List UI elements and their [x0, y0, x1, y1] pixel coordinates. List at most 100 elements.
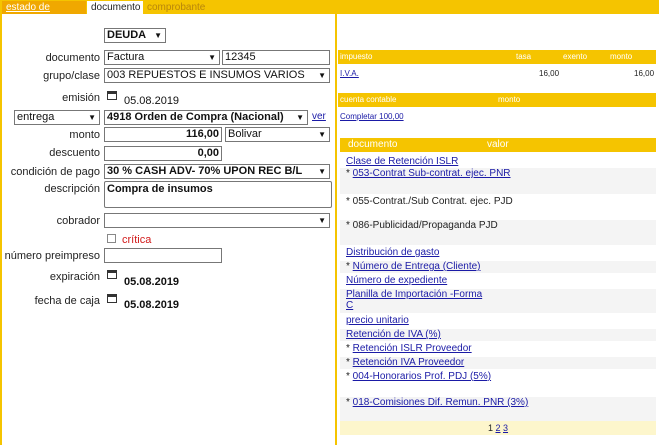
documento-item-text: 055-Contrat./Sub Contrat. ejec. PJD — [352, 196, 513, 207]
dropdown-arrow-icon: ▼ — [208, 53, 216, 62]
panel-divider — [335, 14, 337, 445]
documento-type-select[interactable]: Factura ▼ — [104, 50, 220, 65]
documento-list-item[interactable]: * 053-Contrat Sub-contrat. ejec. PNR — [340, 168, 656, 194]
col-documento: documento — [348, 139, 398, 150]
required-marker: * — [346, 357, 353, 368]
required-marker: * — [346, 220, 353, 231]
documento-list-item[interactable]: Retención de IVA (%) — [340, 329, 656, 341]
documento-item-link[interactable]: precio unitario — [346, 315, 488, 326]
moneda-select[interactable]: Bolivar ▼ — [225, 127, 330, 142]
ver-link[interactable]: ver — [312, 111, 326, 122]
documento-list-item[interactable]: * 004-Honorarios Prof. PDJ (5%) — [340, 371, 656, 395]
fecha-caja-date: 05.08.2019 — [124, 299, 180, 311]
required-marker: * — [346, 168, 353, 179]
descuento-input[interactable]: 0,00 — [104, 146, 222, 161]
preimpreso-label: número preimpreso — [4, 250, 100, 262]
condicion-select[interactable]: 30 % CASH ADV- 70% UPON REC B/L ▼ — [104, 164, 330, 179]
entrega-select[interactable]: entrega ▼ — [14, 110, 100, 125]
documento-list-item[interactable]: * Retención ISLR Proveedor — [340, 343, 656, 355]
required-marker: * — [346, 261, 353, 272]
dropdown-arrow-icon: ▼ — [318, 130, 326, 139]
monto-label: monto — [69, 129, 100, 141]
documento-item-link[interactable]: Número de expediente — [346, 275, 488, 286]
cobrador-select[interactable]: ▼ — [104, 213, 330, 228]
documento-item-text: 086-Publicidad/Propaganda PJD — [352, 220, 498, 231]
required-marker: * — [346, 397, 353, 408]
documento-item-link[interactable]: Clase de Retención ISLR — [346, 156, 488, 167]
completar-link[interactable]: Completar 100,00 — [340, 112, 404, 121]
cuenta-table-header: cuenta contable monto — [338, 93, 656, 107]
documento-list-item[interactable]: Número de expediente — [340, 275, 656, 287]
dropdown-arrow-icon: ▼ — [154, 31, 162, 40]
iva-link[interactable]: I.V.A. — [340, 69, 359, 78]
impuesto-row: I.V.A. 16,00 16,00 — [338, 69, 656, 81]
exento-value: 16,00 — [539, 69, 560, 78]
tab-comprobante[interactable]: comprobante — [143, 1, 223, 14]
documento-item-link[interactable]: Retención IVA Proveedor — [353, 357, 465, 368]
emision-label: emisión — [62, 92, 100, 104]
descripcion-textarea[interactable]: Compra de insumos — [104, 181, 332, 208]
documento-item-link[interactable]: Número de Entrega (Cliente) — [353, 261, 481, 272]
cobrador-label: cobrador — [56, 215, 100, 227]
dropdown-arrow-icon: ▼ — [318, 71, 326, 80]
tab-documento[interactable]: documento — [87, 1, 143, 14]
preimpreso-input[interactable] — [104, 248, 222, 263]
documento-item-link[interactable]: 004-Honorarios Prof. PDJ (5%) — [353, 371, 491, 382]
documento-item-link[interactable]: Distribución de gasto — [346, 247, 488, 258]
documento-list-item[interactable]: Clase de Retención ISLR — [340, 156, 656, 168]
calendar-icon[interactable] — [106, 267, 118, 280]
monto-value: 16,00 — [634, 69, 655, 78]
tab-estado-de-cuenta[interactable]: estado de cuenta — [2, 1, 86, 26]
documento-item-link[interactable]: 018-Comisiones Dif. Remun. PNR (3%) — [353, 397, 529, 408]
descripcion-label: descripción — [44, 183, 100, 195]
documento-item-link[interactable]: Planilla de Importación -Forma C — [346, 289, 488, 311]
documento-list-item[interactable]: Planilla de Importación -Forma C — [340, 289, 656, 313]
monto-input[interactable]: 116,00 — [104, 127, 222, 142]
page-3-link[interactable]: 3 — [503, 423, 508, 433]
calendar-icon[interactable] — [106, 291, 118, 304]
documento-list-item[interactable]: precio unitario — [340, 315, 656, 327]
documento-item-link[interactable]: 053-Contrat Sub-contrat. ejec. PNR — [353, 168, 511, 179]
dropdown-arrow-icon: ▼ — [318, 216, 326, 225]
descuento-label: descuento — [49, 147, 100, 159]
dropdown-arrow-icon: ▼ — [296, 113, 304, 122]
col-cuenta-monto: monto — [498, 95, 521, 104]
col-monto: monto — [610, 52, 633, 61]
emision-date: 05.08.2019 — [124, 95, 180, 107]
documento-list-item: * 086-Publicidad/Propaganda PJD — [340, 220, 656, 245]
col-valor: valor — [487, 139, 509, 150]
required-marker: * — [346, 343, 353, 354]
documento-table-header: documento valor — [340, 138, 656, 152]
required-marker: * — [346, 371, 353, 382]
documento-list-item[interactable]: * Retención IVA Proveedor — [340, 357, 656, 369]
fecha-caja-label: fecha de caja — [34, 295, 100, 307]
documento-number-input[interactable]: 12345 — [222, 50, 330, 65]
col-exento: exento — [563, 52, 588, 61]
condicion-label: condición de pago — [10, 166, 100, 178]
critica-label: crítica — [122, 234, 152, 246]
deuda-select[interactable]: DEUDA ▼ — [104, 28, 166, 43]
grupo-label: grupo/clase — [43, 70, 100, 82]
documento-label: documento — [45, 52, 100, 64]
col-cuenta: cuenta contable — [340, 95, 397, 104]
dropdown-arrow-icon: ▼ — [318, 167, 326, 176]
documento-list-item[interactable]: Distribución de gasto — [340, 247, 656, 259]
documento-list-item[interactable]: * Número de Entrega (Cliente) — [340, 261, 656, 273]
critica-checkbox[interactable] — [107, 234, 116, 243]
required-marker: * — [346, 196, 353, 207]
documento-item-link[interactable]: Retención ISLR Proveedor — [353, 343, 472, 354]
page-2-link[interactable]: 2 — [495, 423, 500, 433]
documento-item-link[interactable]: Retención de IVA (%) — [346, 329, 488, 340]
page-1: 1 — [487, 423, 493, 433]
calendar-icon[interactable] — [106, 88, 118, 101]
grupo-select[interactable]: 003 REPUESTOS E INSUMOS VARIOS ▼ — [104, 68, 330, 83]
documento-list-item[interactable]: * 018-Comisiones Dif. Remun. PNR (3%) — [340, 397, 656, 421]
col-impuesto: impuesto — [340, 52, 373, 61]
expiracion-label: expiración — [49, 271, 100, 283]
documento-list-item: * 055-Contrat./Sub Contrat. ejec. PJD — [340, 196, 656, 220]
impuesto-table-header: impuesto tasa exento monto — [338, 50, 656, 64]
orden-select[interactable]: 4918 Orden de Compra (Nacional) ▼ — [104, 110, 308, 125]
expiracion-date: 05.08.2019 — [124, 276, 180, 288]
col-tasa: tasa — [516, 52, 532, 61]
dropdown-arrow-icon: ▼ — [88, 113, 96, 122]
